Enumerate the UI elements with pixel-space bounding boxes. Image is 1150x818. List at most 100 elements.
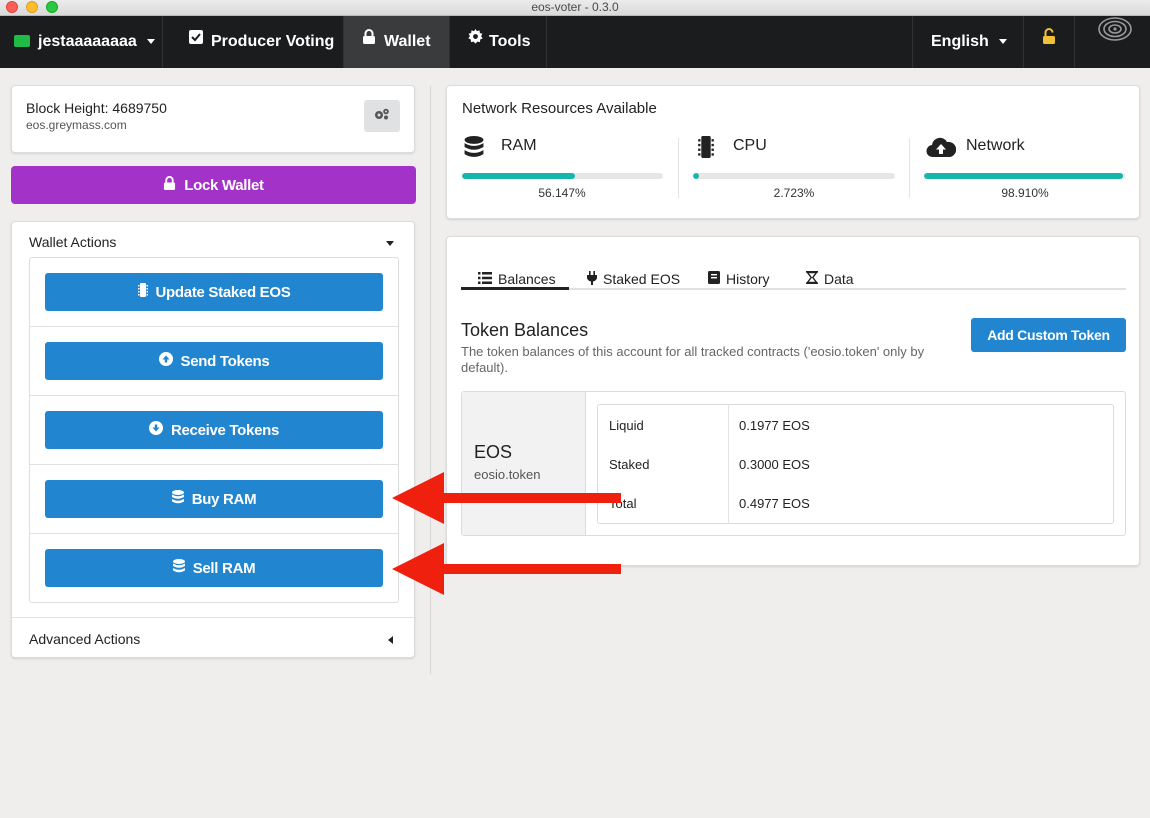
microchip-icon <box>697 136 715 163</box>
nav-wallet-label: Wallet <box>384 33 431 51</box>
unlock-icon <box>1042 14 1056 66</box>
id-card-icon <box>14 34 30 62</box>
staked-value: 0.3000 EOS <box>739 457 810 472</box>
block-height-panel: Block Height: 4689750 eos.greymass.com <box>11 85 415 153</box>
unlock-status-button[interactable] <box>1024 16 1074 68</box>
plug-icon <box>587 270 597 288</box>
list-icon <box>478 271 492 287</box>
language-dropdown[interactable]: English <box>913 16 1023 68</box>
cloud-upload-icon <box>926 136 957 163</box>
caret-left-icon <box>388 636 393 644</box>
wallet-actions-header[interactable]: Wallet Actions <box>12 222 414 258</box>
cpu-progress-fill <box>693 173 699 179</box>
sell-ram-label: Sell RAM <box>192 559 256 577</box>
nav-wallet[interactable]: Wallet <box>344 16 449 68</box>
node-address: eos.greymass.com <box>26 118 127 132</box>
ram-percent: 56.147% <box>538 186 586 200</box>
caret-down-icon <box>146 39 155 45</box>
table-row: Total 0.4977 EOS <box>598 483 1113 523</box>
database-icon <box>464 136 484 163</box>
book-icon <box>708 271 720 287</box>
wallet-actions-list: Update Staked EOS Send Tokens Receive To… <box>29 257 399 603</box>
token-balances-description: The token balances of this account for a… <box>461 344 925 375</box>
lock-wallet-label: Lock Wallet <box>184 176 264 194</box>
table-row: Liquid 0.1977 EOS <box>598 405 1113 444</box>
sell-ram-button[interactable]: Sell RAM <box>45 549 383 587</box>
token-symbol: EOS <box>474 442 513 462</box>
database-icon <box>172 559 185 577</box>
cpu-progress-bar <box>693 173 895 179</box>
tab-staked-eos-label: Staked EOS <box>603 271 681 287</box>
token-cell: EOS eosio.token <box>462 392 586 535</box>
token-contract: eosio.token <box>474 467 541 482</box>
caret-down-icon <box>998 39 1007 45</box>
account-name: jestaaaaaaaa <box>38 33 137 50</box>
network-resources-panel: Network Resources Available RAM 56.147% … <box>446 85 1140 219</box>
send-tokens-label: Send Tokens <box>180 352 270 370</box>
cpu-label: CPU <box>733 137 767 154</box>
database-icon <box>171 490 184 508</box>
ram-label: RAM <box>501 137 537 154</box>
window-titlebar: eos-voter - 0.3.0 <box>0 0 1150 16</box>
update-staked-eos-button[interactable]: Update Staked EOS <box>45 273 383 311</box>
tab-balances-label: Balances <box>498 271 556 287</box>
buy-ram-button[interactable]: Buy RAM <box>45 480 383 518</box>
nav-producer-voting[interactable]: Producer Voting <box>163 16 343 68</box>
token-table: EOS eosio.token Liquid 0.1977 EOS Staked… <box>461 391 1126 536</box>
settings-button[interactable] <box>364 100 400 132</box>
network-progress-bar <box>924 173 1125 179</box>
add-custom-token-button[interactable]: Add Custom Token <box>971 318 1126 352</box>
tab-data[interactable]: Data <box>806 268 854 290</box>
staked-label: Staked <box>609 457 650 472</box>
update-staked-eos-label: Update Staked EOS <box>155 283 291 301</box>
account-dropdown[interactable]: jestaaaaaaaa <box>0 16 162 68</box>
add-custom-token-label: Add Custom Token <box>987 327 1110 343</box>
arrow-circle-down-icon <box>148 421 163 439</box>
hourglass-icon <box>806 271 818 287</box>
tab-history-label: History <box>726 271 770 287</box>
cpu-percent: 2.723% <box>773 186 815 200</box>
tab-staked-eos[interactable]: Staked EOS <box>587 268 680 290</box>
total-value: 0.4977 EOS <box>739 496 810 511</box>
tab-data-label: Data <box>824 271 854 287</box>
nav-tools[interactable]: Tools <box>450 16 546 68</box>
liquid-label: Liquid <box>609 418 644 433</box>
liquid-value: 0.1977 EOS <box>739 418 810 433</box>
ram-progress-fill <box>462 173 575 179</box>
wallet-actions-accordion: Wallet Actions Update Staked EOS Send To… <box>11 221 415 658</box>
network-progress-fill <box>924 173 1123 179</box>
receive-tokens-button[interactable]: Receive Tokens <box>45 411 383 449</box>
check-square-icon <box>189 14 203 66</box>
lock-icon <box>163 176 176 194</box>
lock-wallet-button[interactable]: Lock Wallet <box>11 166 416 204</box>
send-tokens-button[interactable]: Send Tokens <box>45 342 383 380</box>
action-cell-buy-ram: Buy RAM <box>30 465 398 534</box>
block-height-label: Block Height: 4689750 <box>26 100 167 116</box>
lock-icon <box>362 14 376 66</box>
ram-progress-bar <box>462 173 663 179</box>
language-label: English <box>931 33 989 50</box>
minimize-window-button[interactable] <box>26 1 38 13</box>
cogs-icon <box>374 107 390 125</box>
tab-history[interactable]: History <box>708 268 770 290</box>
action-cell-sell-ram: Sell RAM <box>30 534 398 603</box>
caret-down-icon <box>386 241 394 246</box>
spiral-logo-icon <box>1090 16 1140 68</box>
table-row: Staked 0.3000 EOS <box>598 444 1113 483</box>
advanced-actions-title: Advanced Actions <box>29 631 141 647</box>
action-cell-update-staked: Update Staked EOS <box>30 258 398 327</box>
top-navbar: jestaaaaaaaa Producer Voting Wallet Tool… <box>0 16 1150 68</box>
window-title: eos-voter - 0.3.0 <box>531 0 619 14</box>
arrow-circle-up-icon <box>158 352 173 370</box>
action-cell-send-tokens: Send Tokens <box>30 327 398 396</box>
active-tab-indicator <box>461 287 569 290</box>
microchip-icon <box>137 283 148 301</box>
maximize-window-button[interactable] <box>46 1 58 13</box>
cog-icon <box>468 14 483 66</box>
balance-detail-table: Liquid 0.1977 EOS Staked 0.3000 EOS Tota… <box>597 404 1114 524</box>
close-window-button[interactable] <box>6 1 18 13</box>
network-label: Network <box>966 137 1025 154</box>
nav-producer-voting-label: Producer Voting <box>211 33 335 51</box>
advanced-actions-header[interactable]: Advanced Actions <box>12 618 414 658</box>
receive-tokens-label: Receive Tokens <box>170 421 280 439</box>
